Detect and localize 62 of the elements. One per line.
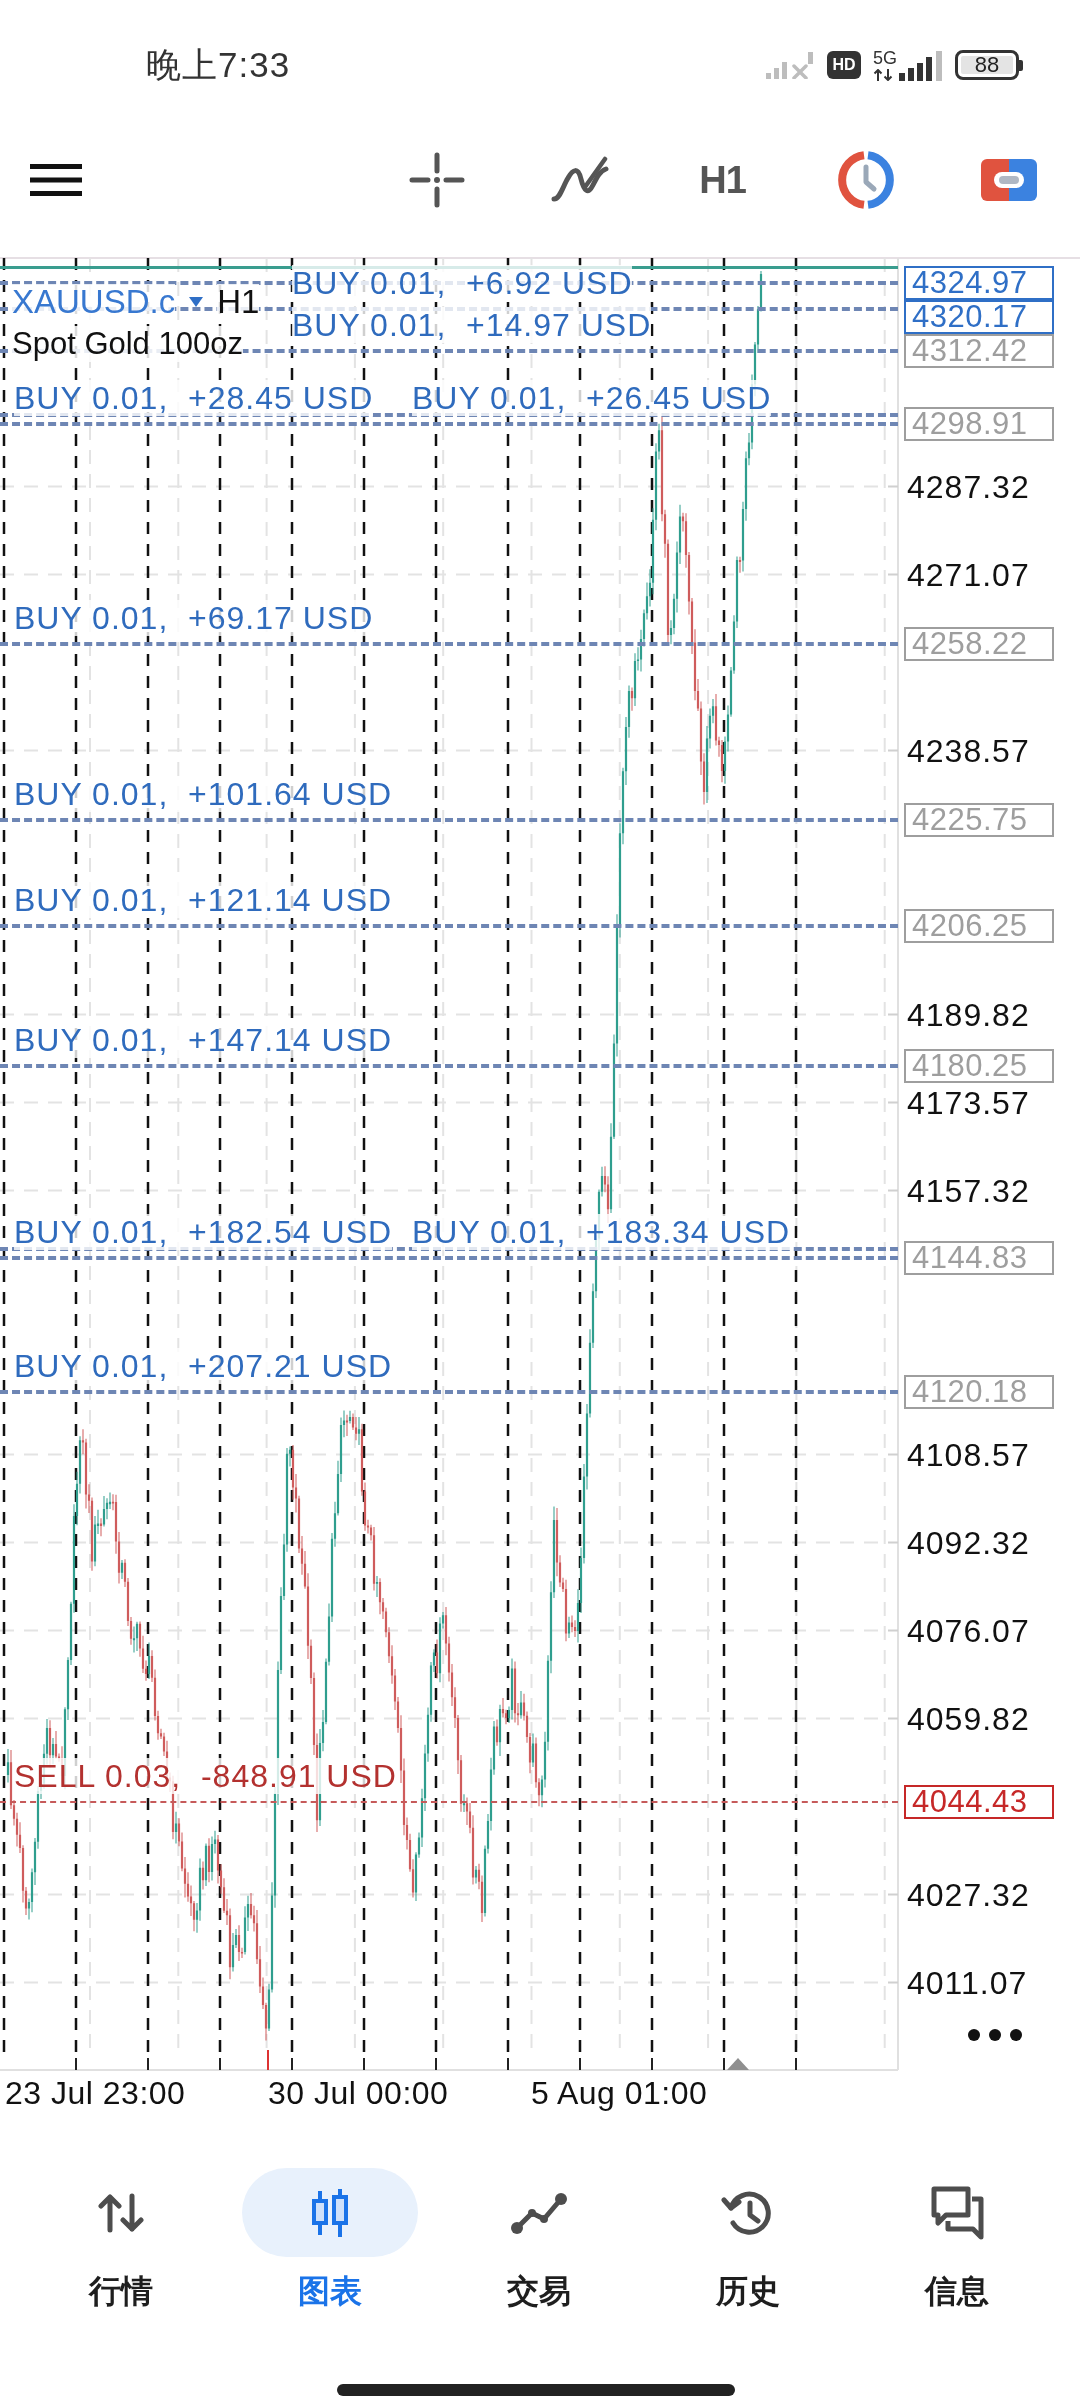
position-label: SELL 0.03, -848.91 USD <box>14 1757 397 1794</box>
price-tag: 4206.25 <box>904 908 1054 943</box>
price-axis-label: 4076.07 <box>907 1612 1030 1649</box>
price-axis-label: 4108.57 <box>907 1436 1030 1473</box>
price-axis-label: 4271.07 <box>907 556 1030 593</box>
position-label: BUY 0.01, +6.92 USD <box>292 264 633 301</box>
time-axis-label: 5 Aug 01:00 <box>531 2075 708 2111</box>
price-axis-label: 4011.07 <box>907 1964 1028 2001</box>
signal-icon <box>899 51 943 81</box>
wave-icon[interactable] <box>550 156 609 204</box>
candles-icon <box>309 2188 350 2237</box>
more-icon[interactable] <box>968 2029 1022 2041</box>
menu-icon[interactable] <box>30 164 82 196</box>
price-tag: 4225.75 <box>904 802 1054 837</box>
price-axis-label: 4287.32 <box>907 468 1030 505</box>
price-axis-label: 4173.57 <box>907 1084 1030 1121</box>
no-signal-icon <box>766 51 815 79</box>
price-axis-label: 4157.32 <box>907 1172 1030 1209</box>
price-tag: 4120.18 <box>904 1374 1054 1409</box>
symbol-name: XAUUSD.c <box>12 284 176 320</box>
line-chart-icon <box>509 2190 568 2235</box>
time-axis-label: 30 Jul 00:00 <box>268 2075 449 2111</box>
nav-tab[interactable]: 行情 <box>16 2150 225 2311</box>
position-label: BUY 0.01, +14.97 USD <box>292 306 652 343</box>
price-tag: 4312.42 <box>904 333 1054 368</box>
data-arrows-icon <box>873 69 893 81</box>
nav-tab[interactable]: 交易 <box>434 2150 643 2311</box>
status-time: 晚上7:33 <box>146 43 291 86</box>
price-tag: 4044.43 <box>904 1784 1054 1819</box>
price-axis-label: 4189.82 <box>907 996 1030 1033</box>
clock-icon[interactable] <box>836 151 895 209</box>
price-tag: 4320.17 <box>904 299 1054 334</box>
network-type: 5G <box>873 49 897 67</box>
time-marker <box>267 2050 269 2070</box>
price-tag: 4298.91 <box>904 406 1054 441</box>
position-label: BUY 0.01, +121.14 USD <box>14 881 393 918</box>
price-axis-label: 4027.32 <box>907 1876 1030 1913</box>
nav-tab[interactable]: 图表 <box>225 2150 434 2311</box>
price-tag: 4144.83 <box>904 1241 1054 1276</box>
symbol-description: Spot Gold 100oz <box>12 326 243 362</box>
time-axis-label: 23 Jul 23:00 <box>5 2075 186 2111</box>
caret-icon[interactable] <box>189 297 204 307</box>
price-axis-label: 4238.57 <box>907 732 1030 769</box>
position-label: BUY 0.01, +183.34 USD <box>412 1214 791 1251</box>
switch-icon[interactable] <box>980 159 1037 201</box>
hd-indicator: HD <box>827 51 861 79</box>
position-label: BUY 0.01, +26.45 USD <box>412 379 772 416</box>
price-tag: 4180.25 <box>904 1049 1054 1084</box>
nav-tab[interactable]: 信息 <box>852 2150 1061 2311</box>
position-label: BUY 0.01, +207.21 USD <box>14 1347 393 1384</box>
position-label: BUY 0.01, +28.45 USD <box>14 379 374 416</box>
position-label: BUY 0.01, +182.54 USD <box>14 1214 393 1251</box>
crosshair-icon[interactable] <box>408 152 465 208</box>
arrows-icon <box>97 2192 144 2233</box>
battery-indicator: 88 <box>955 50 1023 80</box>
price-axis-label: 4059.82 <box>907 1700 1030 1737</box>
price-tag: 4258.22 <box>904 627 1054 662</box>
price-axis-label: 4092.32 <box>907 1524 1030 1561</box>
timeframe-button[interactable]: H1 <box>699 158 746 202</box>
nav-tab[interactable]: 历史 <box>643 2150 852 2311</box>
position-label: BUY 0.01, +69.17 USD <box>14 600 374 637</box>
price-tag: 4324.97 <box>904 265 1054 300</box>
